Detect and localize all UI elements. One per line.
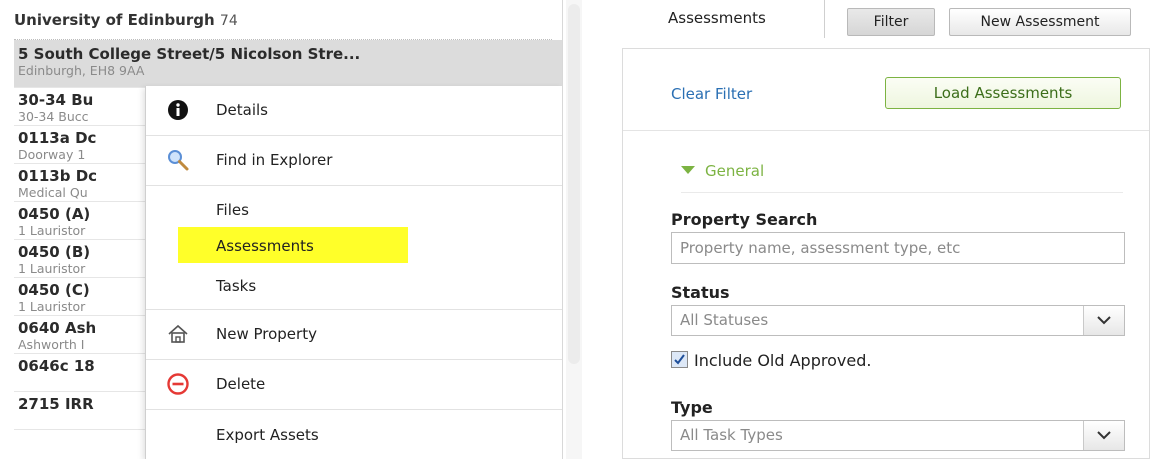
property-item-selected[interactable]: 5 South College Street/5 Nicolson Stre..…: [14, 40, 562, 88]
property-search-input[interactable]: [671, 232, 1125, 264]
organisation-name: University of Edinburgh: [14, 11, 215, 29]
status-select[interactable]: All Statuses: [671, 305, 1125, 336]
info-icon: [166, 98, 190, 122]
load-assessments-button[interactable]: Load Assessments: [885, 77, 1121, 109]
include-old-approved[interactable]: Include Old Approved.: [671, 351, 871, 370]
menu-label: Files: [216, 201, 249, 219]
menu-item-delete[interactable]: Delete: [146, 360, 562, 410]
type-selected-value: All Task Types: [680, 426, 783, 444]
status-label: Status: [671, 283, 730, 302]
include-old-label: Include Old Approved.: [694, 351, 872, 370]
magnifier-icon: [166, 148, 190, 172]
property-search-label: Property Search: [671, 210, 818, 229]
scrollbar-thumb[interactable]: [568, 4, 580, 364]
list-scrollbar[interactable]: [566, 0, 582, 459]
property-list-pane: University of Edinburgh 74 5 South Colle…: [0, 0, 563, 459]
filter-panel: Clear Filter Load Assessments General Pr…: [622, 48, 1150, 459]
type-select[interactable]: All Task Types: [671, 420, 1125, 451]
type-label: Type: [671, 398, 713, 417]
menu-label: Assessments: [216, 237, 314, 255]
triangle-down-icon: [681, 166, 695, 174]
menu-label: Tasks: [216, 277, 257, 295]
menu-label: New Property: [216, 325, 317, 343]
property-count: 74: [219, 13, 238, 29]
status-selected-value: All Statuses: [680, 311, 769, 329]
include-old-checkbox[interactable]: [671, 351, 688, 368]
list-header: University of Edinburgh 74: [14, 0, 562, 40]
menu-item-details[interactable]: Details: [146, 86, 562, 136]
property-address: Edinburgh, EH8 9AA: [18, 63, 145, 78]
clear-filter-link[interactable]: Clear Filter: [671, 85, 752, 103]
house-icon: [166, 322, 190, 346]
menu-label: Delete: [216, 375, 266, 393]
general-section-toggle[interactable]: General: [681, 162, 1123, 193]
property-title: 5 South College Street/5 Nicolson Stre..…: [18, 45, 361, 63]
menu-item-tasks[interactable]: Tasks: [146, 261, 562, 310]
new-assessment-button[interactable]: New Assessment: [949, 8, 1131, 36]
menu-label: Export Assets: [216, 426, 319, 444]
menu-item-new-property[interactable]: New Property: [146, 310, 562, 360]
tab-bar: Assessments Filter New Assessment: [658, 0, 1174, 42]
context-menu: Details Find in Explorer Files Assessmen…: [145, 86, 562, 459]
chevron-down-icon[interactable]: [1083, 421, 1124, 450]
menu-label: Find in Explorer: [216, 151, 333, 169]
tab-assessments[interactable]: Assessments: [658, 0, 825, 38]
filter-button[interactable]: Filter: [847, 8, 935, 36]
minus-circle-icon: [166, 372, 190, 396]
menu-item-export-assets[interactable]: Export Assets: [146, 411, 562, 459]
menu-label: Details: [216, 101, 269, 119]
chevron-down-icon[interactable]: [1083, 306, 1124, 335]
panel-divider: [623, 130, 1149, 131]
section-title: General: [705, 162, 765, 180]
menu-item-find-in-explorer[interactable]: Find in Explorer: [146, 136, 562, 186]
